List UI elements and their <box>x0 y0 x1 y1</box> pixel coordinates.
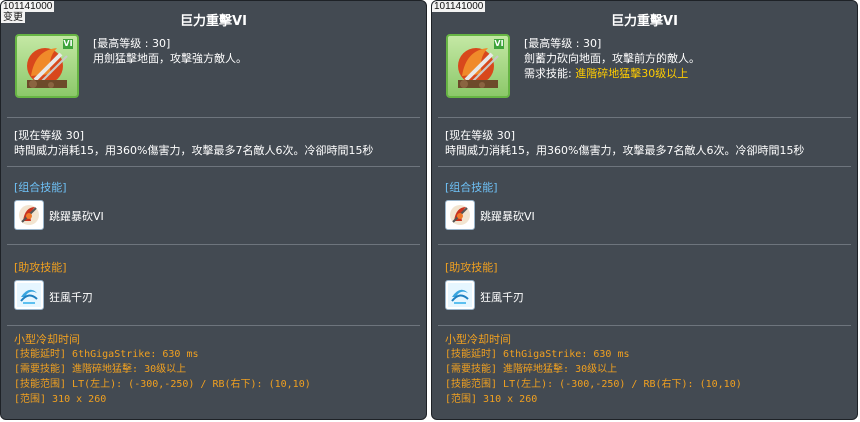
cooldown-title: 小型冷却时间 <box>14 333 80 346</box>
max-level-line: [最高等级 : 30] <box>524 37 602 50</box>
skill-range-line: [技能范围] LT(左上): (-300,-250) / RB(右下): (10… <box>445 379 742 390</box>
skill-tooltip-panel-2: 101141000 巨力重擊VI VI [最高等级 : 30] 劍蓄力砍向地面，… <box>431 0 858 420</box>
skill-description: [最高等级 : 30] 用劍猛擊地面，攻擊強方敵人。 <box>93 36 420 66</box>
skill-description: [最高等级 : 30] 劍蓄力砍向地面，攻擊前方的敵人。 需求技能: 進階碎地猛… <box>524 36 851 81</box>
leap-slash-icon <box>19 205 39 225</box>
max-level-line: [最高等级 : 30] <box>93 37 171 50</box>
skill-title: 巨力重擊VI <box>180 14 247 29</box>
required-skill-line: [需要技能] 進階碎地猛擊: 30级以上 <box>14 364 187 375</box>
skill-title: 巨力重擊VI <box>611 14 678 29</box>
cooldown-info: 小型冷却时间 [技能延时] 6thGigaStrike: 630 ms [需要技… <box>445 332 851 407</box>
skill-delay-line: [技能延时] 6thGigaStrike: 630 ms <box>14 349 199 360</box>
divider <box>7 117 420 118</box>
skill-delay-line: [技能延时] 6thGigaStrike: 630 ms <box>445 349 630 360</box>
combo-skill-name: 跳躍暴砍VI <box>49 210 104 223</box>
required-skill-line: [需要技能] 進階碎地猛擊: 30级以上 <box>445 364 618 375</box>
divider <box>7 244 420 245</box>
leap-slash-icon <box>450 205 470 225</box>
whirlwind-blade-icon <box>17 283 41 307</box>
current-level-header: [现在等级 30] <box>445 129 516 142</box>
combo-skill-icon-frame <box>445 200 475 230</box>
assist-skill-name: 狂風千刃 <box>480 291 524 304</box>
area-size-line: [范围] 310 x 260 <box>445 394 538 405</box>
skill-tooltip-panel-1: 101141000 变更 巨力重擊VI VI [最高等级 : 30] 用劍猛擊地… <box>0 0 427 420</box>
assist-skills-header: [助攻技能] <box>14 261 67 274</box>
cooldown-title: 小型冷却时间 <box>445 333 511 346</box>
divider <box>7 166 420 167</box>
divider <box>7 325 420 326</box>
assist-skills-header: [助攻技能] <box>445 261 498 274</box>
skill-tier-mark: VI <box>63 39 73 49</box>
description-line: 用劍猛擊地面，攻擊強方敵人。 <box>93 52 247 65</box>
divider <box>438 166 851 167</box>
main-skill-icon-frame: VI <box>446 34 510 98</box>
area-size-line: [范围] 310 x 260 <box>14 394 107 405</box>
skill-range-line: [技能范围] LT(左上): (-300,-250) / RB(右下): (10… <box>14 379 311 390</box>
divider <box>438 244 851 245</box>
divider <box>438 325 851 326</box>
assist-skill-icon-frame <box>445 280 475 310</box>
whirlwind-blade-icon <box>448 283 472 307</box>
combo-skills-header: [组合技能] <box>14 181 67 194</box>
assist-skill-name: 狂風千刃 <box>49 291 93 304</box>
combo-skill-icon-frame <box>14 200 44 230</box>
required-skill-label: 需求技能: <box>524 67 576 80</box>
main-skill-icon-frame: VI <box>15 34 79 98</box>
assist-skill-icon-frame <box>14 280 44 310</box>
required-skill-desc: 需求技能: 進階碎地猛擊30级以上 <box>524 66 851 81</box>
divider <box>438 117 851 118</box>
skill-tier-mark: VI <box>494 39 504 49</box>
current-level-effect: 時間威力消耗15，用360%傷害力，攻擊最多7名敵人6次。冷卻時間15秒 <box>14 144 374 157</box>
description-line: 劍蓄力砍向地面，攻擊前方的敵人。 <box>524 52 700 65</box>
current-level-effect: 時間威力消耗15，用360%傷害力，攻擊最多7名敵人6次。冷卻時間15秒 <box>445 144 805 157</box>
required-skill-value: 進階碎地猛擊30级以上 <box>575 67 689 80</box>
current-level-header: [现在等级 30] <box>14 129 85 142</box>
combo-skill-name: 跳躍暴砍VI <box>480 210 535 223</box>
combo-skills-header: [组合技能] <box>445 181 498 194</box>
cooldown-info: 小型冷却时间 [技能延时] 6thGigaStrike: 630 ms [需要技… <box>14 332 420 407</box>
